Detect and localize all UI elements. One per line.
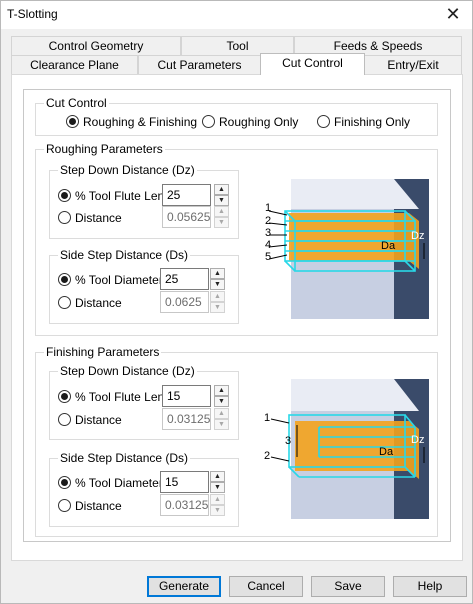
spin-down-icon[interactable]: ▼ — [210, 505, 225, 516]
generate-button[interactable]: Generate — [147, 576, 221, 597]
spin-down-icon[interactable]: ▼ — [210, 279, 225, 290]
window-title: T-Slotting — [7, 7, 58, 21]
close-icon[interactable]: ✕ — [438, 3, 468, 25]
spin-up-icon[interactable]: ▲ — [214, 385, 229, 396]
finish-sidestep-percent-spinner[interactable]: ▲ ▼ — [210, 471, 225, 493]
finishing-step-down-legend: Step Down Distance (Dz) — [60, 364, 195, 378]
label-roughing-only: Roughing Only — [219, 115, 299, 129]
radio-roughing-only[interactable] — [202, 115, 215, 128]
finishing-diagram: 1 2 3 Da Dz — [264, 379, 429, 519]
label-finish-stepdown-distance: Distance — [75, 413, 122, 427]
label-rough-stepdown-distance: Distance — [75, 211, 122, 225]
diagram-label-3: 3 — [265, 227, 271, 239]
label-finish-sidestep-percent: % Tool Diameter — [75, 476, 163, 490]
spin-up-icon[interactable]: ▲ — [214, 408, 229, 419]
radio-roughing-finishing[interactable] — [66, 115, 79, 128]
radio-rough-sidestep-percent[interactable] — [58, 273, 71, 286]
diagram-label-3: 3 — [285, 435, 291, 447]
tab-entry-exit[interactable]: Entry/Exit — [364, 55, 462, 74]
finish-stepdown-percent-input[interactable]: 15 — [162, 385, 211, 407]
roughing-diagram: 1 2 3 4 5 Da Dz — [265, 179, 429, 319]
tab-control-geometry[interactable]: Control Geometry — [11, 36, 181, 55]
spin-down-icon[interactable]: ▼ — [210, 482, 225, 493]
label-finish-sidestep-distance: Distance — [75, 499, 122, 513]
spin-up-icon[interactable]: ▲ — [210, 471, 225, 482]
radio-rough-stepdown-distance[interactable] — [58, 211, 71, 224]
radio-finishing-only[interactable] — [317, 115, 330, 128]
spin-up-icon[interactable]: ▲ — [210, 494, 225, 505]
save-button[interactable]: Save — [311, 576, 385, 597]
diagram-label-1: 1 — [264, 412, 270, 424]
tab-cut-parameters[interactable]: Cut Parameters — [138, 55, 261, 74]
tab-clearance-plane[interactable]: Clearance Plane — [11, 55, 138, 74]
help-button[interactable]: Help — [393, 576, 467, 597]
spin-up-icon[interactable]: ▲ — [214, 184, 229, 195]
cancel-button[interactable]: Cancel — [229, 576, 303, 597]
diagram-label-dz: Dz — [411, 230, 424, 242]
diagram-label-1: 1 — [265, 202, 271, 214]
radio-finish-stepdown-percent[interactable] — [58, 390, 71, 403]
spin-up-icon[interactable]: ▲ — [214, 206, 229, 217]
rough-sidestep-percent-input[interactable]: 25 — [160, 268, 209, 290]
rough-stepdown-percent-input[interactable]: 25 — [162, 184, 211, 206]
finish-sidestep-distance-input[interactable]: 0.03125 — [160, 494, 209, 516]
label-rough-stepdown-percent: % Tool Flute Len — [75, 189, 165, 203]
label-finish-stepdown-percent: % Tool Flute Len — [75, 390, 165, 404]
dialog-window: T-Slotting ✕ Control Geometry Tool Feeds… — [0, 0, 473, 604]
roughing-step-down-legend: Step Down Distance (Dz) — [60, 163, 195, 177]
spin-down-icon[interactable]: ▼ — [214, 195, 229, 206]
diagram-label-5: 5 — [265, 251, 271, 263]
slot-cut — [295, 421, 419, 479]
radio-rough-sidestep-distance[interactable] — [58, 296, 71, 309]
radio-rough-stepdown-percent[interactable] — [58, 189, 71, 202]
roughing-side-step-legend: Side Step Distance (Ds) — [60, 248, 189, 262]
finish-stepdown-distance-spinner[interactable]: ▲ ▼ — [214, 408, 229, 430]
roughing-legend: Roughing Parameters — [46, 142, 163, 156]
spin-down-icon[interactable]: ▼ — [210, 302, 225, 313]
label-finishing-only: Finishing Only — [334, 115, 411, 129]
rough-sidestep-distance-input[interactable]: 0.0625 — [160, 291, 209, 313]
finishing-side-step-legend: Side Step Distance (Ds) — [60, 451, 189, 465]
diagram-label-2: 2 — [264, 450, 270, 462]
spin-up-icon[interactable]: ▲ — [210, 268, 225, 279]
rough-stepdown-distance-input[interactable]: 0.05625 — [162, 206, 211, 228]
label-rough-sidestep-percent: % Tool Diameter — [75, 273, 163, 287]
label-rough-sidestep-distance: Distance — [75, 296, 122, 310]
tab-cut-control[interactable]: Cut Control — [260, 53, 365, 75]
radio-finish-sidestep-distance[interactable] — [58, 499, 71, 512]
finish-sidestep-percent-input[interactable]: 15 — [160, 471, 209, 493]
rough-sidestep-distance-spinner[interactable]: ▲ ▼ — [210, 291, 225, 313]
diagram-label-dz: Dz — [411, 434, 424, 446]
spin-down-icon[interactable]: ▼ — [214, 396, 229, 407]
diagram-label-da: Da — [381, 240, 396, 252]
finishing-legend: Finishing Parameters — [46, 345, 160, 359]
cut-control-legend: Cut Control — [46, 96, 107, 110]
rough-stepdown-distance-spinner[interactable]: ▲ ▼ — [214, 206, 229, 228]
diagram-label-4: 4 — [265, 239, 271, 251]
spin-up-icon[interactable]: ▲ — [210, 291, 225, 302]
finish-stepdown-distance-input[interactable]: 0.03125 — [162, 408, 211, 430]
rough-stepdown-percent-spinner[interactable]: ▲ ▼ — [214, 184, 229, 206]
spin-down-icon[interactable]: ▼ — [214, 419, 229, 430]
diagram-label-2: 2 — [265, 215, 271, 227]
radio-finish-sidestep-percent[interactable] — [58, 476, 71, 489]
spin-down-icon[interactable]: ▼ — [214, 217, 229, 228]
finish-sidestep-distance-spinner[interactable]: ▲ ▼ — [210, 494, 225, 516]
rough-sidestep-percent-spinner[interactable]: ▲ ▼ — [210, 268, 225, 290]
radio-finish-stepdown-distance[interactable] — [58, 413, 71, 426]
diagram-label-da: Da — [379, 446, 394, 458]
title-bar[interactable]: T-Slotting ✕ — [1, 1, 472, 29]
finish-stepdown-percent-spinner[interactable]: ▲ ▼ — [214, 385, 229, 407]
label-roughing-finishing: Roughing & Finishing — [83, 115, 198, 129]
